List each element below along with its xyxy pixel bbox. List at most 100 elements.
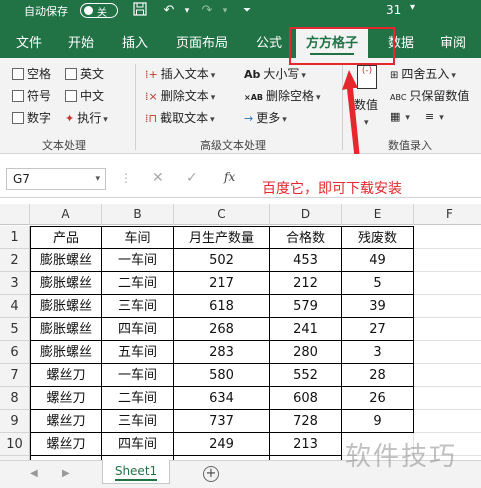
extract-text-button[interactable]: ⁞⊓ 截取文本 ▾ <box>145 109 215 126</box>
table-header-cell[interactable]: 产品 <box>30 226 102 249</box>
table-cell-empty[interactable] <box>414 341 481 364</box>
table-cell[interactable]: 膨胀螺丝 <box>30 249 102 272</box>
table-cell[interactable]: 618 <box>174 295 270 318</box>
name-box[interactable]: G7 ▾ <box>6 168 106 190</box>
tab-home[interactable]: 开始 <box>68 32 94 51</box>
undo-icon[interactable]: ↶ <box>160 2 178 20</box>
table-cell-empty[interactable] <box>414 364 481 387</box>
table-header-cell[interactable]: 残废数 <box>342 226 414 249</box>
row-header[interactable]: 7 <box>0 364 30 387</box>
checkbox-english[interactable]: 英文 <box>65 65 104 82</box>
table-cell[interactable]: 249 <box>174 433 270 456</box>
table-cell[interactable]: 26 <box>342 387 414 410</box>
table-cell[interactable]: 580 <box>174 364 270 387</box>
row-header[interactable]: 8 <box>0 387 30 410</box>
table-cell[interactable]: 280 <box>270 341 342 364</box>
more-button[interactable]: → 更多 ▾ <box>244 109 287 126</box>
select-all-corner[interactable] <box>0 204 30 225</box>
filename-dropdown-icon[interactable]: ▾ <box>410 2 415 13</box>
table-cell[interactable]: 552 <box>270 364 342 387</box>
row-header[interactable]: 5 <box>0 318 30 341</box>
tab-review[interactable]: 审阅 <box>440 32 466 51</box>
execute-button[interactable]: ✦ 执行 ▾ <box>65 109 108 126</box>
delete-space-button[interactable]: ×AB 删除空格 ▾ <box>244 87 321 104</box>
table-header-cell[interactable]: 月生产数量 <box>174 226 270 249</box>
delete-text-button[interactable]: ⁞× 删除文本 ▾ <box>145 87 215 104</box>
table-cell-empty[interactable] <box>414 295 481 318</box>
table-cell[interactable]: 膨胀螺丝 <box>30 341 102 364</box>
table-cell-empty[interactable] <box>414 387 481 410</box>
checkbox-symbol[interactable]: 符号 <box>12 87 51 104</box>
checkbox-chinese[interactable]: 中文 <box>65 87 104 104</box>
column-header-d[interactable]: D <box>270 204 342 225</box>
insert-function-icon[interactable]: fx <box>224 170 235 184</box>
tab-file[interactable]: 文件 <box>16 32 42 51</box>
table-cell[interactable]: 212 <box>270 272 342 295</box>
column-header-c[interactable]: C <box>174 204 270 225</box>
table-cell[interactable]: 502 <box>174 249 270 272</box>
autosave-toggle[interactable]: 关 <box>80 3 118 19</box>
table-cell[interactable]: 27 <box>342 318 414 341</box>
table-cell[interactable]: 螺丝刀 <box>30 364 102 387</box>
table-cell[interactable]: 217 <box>174 272 270 295</box>
number-extra-button-2[interactable]: ≡ ▾ <box>425 109 444 123</box>
row-header[interactable]: 1 <box>0 226 30 249</box>
table-cell[interactable]: 膨胀螺丝 <box>30 272 102 295</box>
table-cell[interactable]: 螺丝刀 <box>30 387 102 410</box>
column-header-b[interactable]: B <box>102 204 174 225</box>
row-header[interactable]: 3 <box>0 272 30 295</box>
table-cell[interactable]: 螺丝刀 <box>30 433 102 456</box>
table-cell[interactable]: 737 <box>174 410 270 433</box>
table-header-cell[interactable]: 车间 <box>102 226 174 249</box>
round-button[interactable]: ⊞ 四舍五入 ▾ <box>390 65 456 82</box>
tab-formulas[interactable]: 公式 <box>256 32 282 51</box>
table-cell[interactable]: 608 <box>270 387 342 410</box>
customize-quick-access-icon[interactable]: ⏷ <box>238 2 256 20</box>
table-cell[interactable]: 579 <box>270 295 342 318</box>
table-cell[interactable]: 241 <box>270 318 342 341</box>
table-cell[interactable]: 453 <box>270 249 342 272</box>
next-sheet-icon[interactable]: ▶ <box>62 468 70 479</box>
table-cell[interactable]: 一车间 <box>102 364 174 387</box>
table-cell[interactable]: 四车间 <box>102 318 174 341</box>
table-cell[interactable]: 9 <box>342 410 414 433</box>
table-cell-empty[interactable] <box>414 410 481 433</box>
table-cell[interactable]: 二车间 <box>102 387 174 410</box>
table-cell[interactable]: 39 <box>342 295 414 318</box>
row-header[interactable]: 9 <box>0 410 30 433</box>
tab-page-layout[interactable]: 页面布局 <box>176 32 228 51</box>
table-header-cell[interactable]: 合格数 <box>270 226 342 249</box>
checkbox-space[interactable]: 空格 <box>12 65 51 82</box>
table-cell[interactable]: 213 <box>270 433 342 456</box>
table-cell[interactable]: 49 <box>342 249 414 272</box>
table-cell[interactable]: 三车间 <box>102 410 174 433</box>
more-dots-icon[interactable]: ⋮ <box>120 171 133 185</box>
table-cell[interactable]: 四车间 <box>102 433 174 456</box>
add-sheet-icon[interactable]: + <box>203 466 219 482</box>
row-header[interactable]: 4 <box>0 295 30 318</box>
table-cell[interactable]: 螺丝刀 <box>30 410 102 433</box>
case-button[interactable]: Ab 大小写 ▾ <box>244 65 306 82</box>
column-header-f[interactable]: F <box>414 204 481 225</box>
table-cell-empty[interactable] <box>414 318 481 341</box>
table-cell-empty[interactable] <box>414 272 481 295</box>
row-header[interactable]: 2 <box>0 249 30 272</box>
row-header[interactable]: 10 <box>0 433 30 456</box>
table-cell[interactable]: 5 <box>342 272 414 295</box>
table-cell[interactable]: 一车间 <box>102 249 174 272</box>
table-cell[interactable]: 283 <box>174 341 270 364</box>
column-header-a[interactable]: A <box>30 204 102 225</box>
spreadsheet-grid[interactable]: A B C D E F 1 产品 车间 月生产数量 合格数 残废数 2 膨胀螺丝 一车间 502 4… <box>0 198 481 460</box>
table-cell[interactable]: 634 <box>174 387 270 410</box>
enter-icon[interactable]: ✓ <box>186 170 198 186</box>
table-cell-empty[interactable] <box>414 226 481 249</box>
prev-sheet-icon[interactable]: ◀ <box>30 468 38 479</box>
checkbox-number[interactable]: 数字 <box>12 109 51 126</box>
save-icon[interactable] <box>131 2 149 20</box>
keep-number-button[interactable]: ABC 只保留数值 <box>390 87 469 104</box>
table-cell[interactable]: 三车间 <box>102 295 174 318</box>
number-extra-button-1[interactable]: ▦ ▾ <box>390 109 410 123</box>
redo-dropdown-icon[interactable]: ▾ <box>216 2 234 20</box>
insert-text-button[interactable]: ⁞+ 插入文本 ▾ <box>145 65 215 82</box>
sheet-tab[interactable]: Sheet1 <box>102 460 170 484</box>
